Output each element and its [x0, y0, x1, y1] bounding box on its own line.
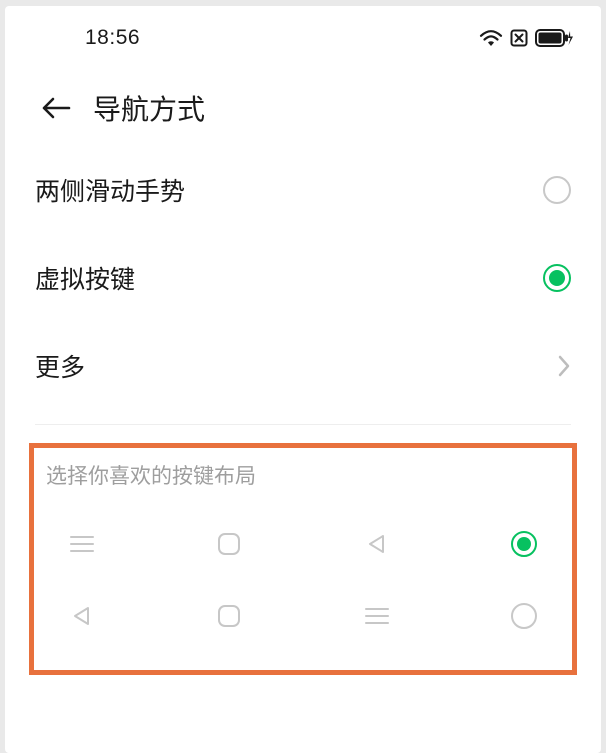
key-layout-section: 选择你喜欢的按键布局 — [29, 443, 577, 675]
option-label: 更多 — [35, 348, 85, 384]
back-triangle-icon — [62, 604, 102, 628]
menu-icon — [62, 536, 102, 552]
navigation-mode-list: 两侧滑动手势 虚拟按键 更多 — [5, 146, 601, 425]
status-icons — [479, 28, 573, 48]
radio-on-icon — [543, 264, 571, 292]
back-triangle-icon — [357, 532, 397, 556]
key-layout-caption: 选择你喜欢的按键布局 — [44, 460, 562, 490]
no-sim-icon — [509, 28, 529, 48]
radio-off-icon — [543, 176, 571, 204]
option-label: 两侧滑动手势 — [35, 172, 185, 208]
page-header: 导航方式 — [5, 58, 601, 146]
back-icon[interactable] — [41, 96, 71, 120]
status-bar: 18:56 — [5, 18, 601, 58]
option-gesture[interactable]: 两侧滑动手势 — [35, 146, 571, 234]
wifi-icon — [479, 29, 503, 47]
home-square-icon — [209, 605, 249, 627]
divider — [35, 424, 571, 425]
home-square-icon — [209, 533, 249, 555]
key-layout-option-2[interactable] — [44, 580, 562, 652]
page-title: 导航方式 — [93, 88, 205, 128]
option-label: 虚拟按键 — [35, 260, 135, 296]
option-more[interactable]: 更多 — [35, 322, 571, 410]
menu-icon — [357, 608, 397, 624]
radio-on-icon — [504, 531, 544, 557]
battery-charging-icon — [535, 29, 573, 47]
chevron-right-icon — [557, 354, 571, 378]
radio-off-icon — [504, 603, 544, 629]
option-virtual-keys[interactable]: 虚拟按键 — [35, 234, 571, 322]
key-layout-option-1[interactable] — [44, 508, 562, 580]
status-time: 18:56 — [85, 26, 140, 50]
screen: 18:56 — [5, 6, 601, 753]
